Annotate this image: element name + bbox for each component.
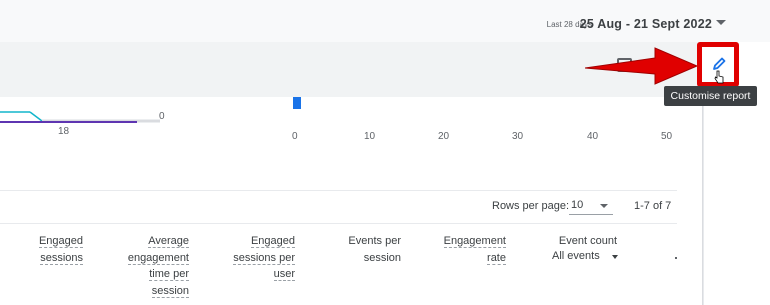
bar-mark xyxy=(293,97,301,109)
rows-per-page-select[interactable]: 10 xyxy=(571,199,583,211)
x-tick-label: 40 xyxy=(587,131,599,142)
column-header-events-per-session[interactable]: Events per session xyxy=(330,233,401,266)
x-tick-label: 0 xyxy=(292,131,298,142)
select-underline xyxy=(569,214,613,215)
column-header-engaged-sessions[interactable]: Engaged sessions xyxy=(30,233,83,266)
red-arrow-annotation xyxy=(585,47,699,85)
rows-per-page-label: Rows per page: xyxy=(492,200,570,212)
header-line: rate xyxy=(487,251,506,265)
header-line: session xyxy=(363,251,401,264)
column-header-engaged-sessions-per-user[interactable]: Engaged sessions per user xyxy=(222,233,295,283)
date-bar: Last 28 days 25 Aug - 21 Sept 2022 xyxy=(0,0,770,42)
divider xyxy=(0,190,677,191)
header-line: Engaged xyxy=(38,235,83,248)
chevron-down-icon[interactable] xyxy=(600,204,608,208)
header-line: session xyxy=(151,284,189,298)
pencil-icon xyxy=(713,57,726,70)
header-line: Engagement xyxy=(443,235,506,248)
x-tick-label: 10 xyxy=(364,131,376,142)
event-filter-select[interactable]: All events xyxy=(552,250,600,262)
header-line: Event count xyxy=(558,235,617,247)
divider xyxy=(0,223,677,224)
header-line: engagement xyxy=(127,251,189,265)
x-tick-label: 30 xyxy=(512,131,524,142)
header-line: sessions xyxy=(40,251,83,265)
x-tick-label: 18 xyxy=(58,126,70,137)
customise-report-tooltip: Customise report xyxy=(664,86,757,106)
hand-cursor-icon xyxy=(714,70,724,84)
header-line: sessions per xyxy=(233,251,295,265)
header-line: user xyxy=(273,268,295,281)
column-header-event-count[interactable]: Event count xyxy=(548,233,617,250)
y-tick-label: 0 xyxy=(159,111,165,122)
date-range-selector[interactable]: 25 Aug - 21 Sept 2022 xyxy=(580,17,726,31)
column-header-average-engagement-time[interactable]: Average engagement time per session xyxy=(120,233,189,299)
column-header-engagement-rate[interactable]: Engagement rate xyxy=(430,233,506,266)
series-line-teal-drop xyxy=(29,111,43,122)
pagination-range: 1-7 of 7 xyxy=(634,200,672,212)
header-line: Engaged xyxy=(250,235,295,248)
x-tick-label: 20 xyxy=(438,131,450,142)
analytics-page: Last 28 days 25 Aug - 21 Sept 2022 0 18 … xyxy=(0,0,770,305)
column-resize-handle[interactable] xyxy=(675,257,677,259)
chevron-down-icon[interactable] xyxy=(612,255,618,259)
header-line: time per xyxy=(149,268,189,281)
header-line: Average xyxy=(148,235,189,248)
x-tick-label: 50 xyxy=(661,131,673,142)
header-line: Events per xyxy=(348,235,401,247)
chevron-down-icon[interactable] xyxy=(716,20,726,25)
